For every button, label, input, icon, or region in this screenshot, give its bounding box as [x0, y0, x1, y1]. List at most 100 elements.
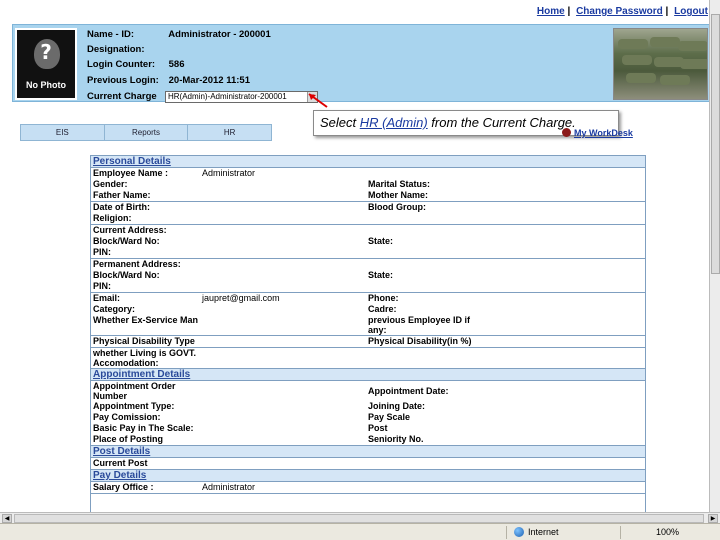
- current-charge-value: HR(Admin)-Administrator-200001: [168, 92, 287, 101]
- tab-hr[interactable]: HR: [188, 125, 271, 140]
- name-id-label: Name - ID:: [87, 29, 134, 40]
- logout-link[interactable]: Logout: [674, 6, 708, 17]
- current-charge-row: Current Charge: [87, 91, 166, 102]
- field-label: State:: [368, 236, 394, 246]
- field-value: jaupret@gmail.com: [202, 293, 280, 303]
- field-label: Current Address:: [93, 225, 167, 235]
- field-label: Category:: [93, 304, 136, 314]
- avatar: ? No Photo: [15, 28, 77, 100]
- name-id-row: Name - ID: Administrator - 200001: [87, 29, 271, 40]
- field-label: Employee Name :: [93, 168, 169, 178]
- designation-row: Designation:: [87, 44, 166, 55]
- tab-reports[interactable]: Reports: [105, 125, 189, 140]
- field-label: Joining Date:: [368, 401, 426, 411]
- scroll-left-icon[interactable]: ◀: [2, 514, 12, 523]
- field-label: Post: [368, 423, 388, 433]
- scroll-thumb[interactable]: [711, 14, 720, 274]
- home-link[interactable]: Home: [537, 6, 565, 17]
- field-label: Pay Scale: [368, 412, 411, 422]
- field-label: Basic Pay in The Scale:: [93, 423, 194, 433]
- current-charge-select[interactable]: HR(Admin)-Administrator-200001 ▼: [165, 91, 318, 103]
- vertical-scrollbar[interactable]: [709, 0, 720, 512]
- section-post-details: Post Details: [91, 446, 645, 458]
- field-label: Religion:: [93, 213, 132, 223]
- zoom-level[interactable]: 100%: [656, 527, 679, 537]
- field-label: Whether Ex-Service Man: [93, 315, 199, 325]
- previous-login-label: Previous Login:: [87, 75, 159, 86]
- my-workdesk-label: My WorkDesk: [574, 128, 633, 138]
- field-label: Physical Disability Type: [93, 336, 195, 346]
- field-label: Marital Status:: [368, 179, 431, 189]
- section-pay-details: Pay Details: [91, 470, 645, 482]
- field-value: Administrator: [202, 168, 256, 178]
- callout-suffix: from the Current Charge.: [427, 115, 576, 130]
- current-address-group: Current Address: Block/Ward No: State: PI…: [91, 225, 645, 259]
- name-id-value: Administrator - 200001: [168, 29, 271, 40]
- previous-login-row: Previous Login: 20-Mar-2012 11:51: [87, 75, 250, 86]
- disability-group: Physical Disability Type Physical Disabil…: [91, 336, 645, 348]
- field-label: Physical Disability(in %): [368, 336, 472, 346]
- zone-label: Internet: [528, 527, 559, 537]
- field-label: Mother Name:: [368, 190, 429, 200]
- module-tabs: EIS Reports HR: [20, 124, 272, 141]
- field-label: Salary Office :: [93, 482, 154, 492]
- field-label: whether Living is GOVT. Accomodation:: [93, 348, 197, 368]
- post-group: Current Post: [91, 458, 645, 470]
- field-label: Date of Birth:: [93, 202, 150, 212]
- field-label: PIN:: [93, 281, 111, 291]
- security-zone: Internet: [514, 527, 559, 537]
- employee-details-form: Personal Details Employee Name : Administ…: [90, 155, 646, 513]
- no-photo-label: No Photo: [26, 80, 66, 90]
- field-label: Appointment Date:: [368, 386, 449, 396]
- field-label: Appointment Type:: [93, 401, 175, 411]
- field-label: Blood Group:: [368, 202, 426, 212]
- field-label: Seniority No.: [368, 434, 424, 444]
- designation-label: Designation:: [87, 44, 145, 55]
- status-bar: Internet 100%: [0, 523, 720, 540]
- login-counter-label: Login Counter:: [87, 59, 156, 70]
- field-label: Email:: [93, 293, 121, 303]
- field-label: Gender:: [93, 179, 128, 189]
- workdesk-icon: [562, 128, 571, 137]
- scroll-thumb[interactable]: [14, 514, 704, 523]
- question-mark-icon: ?: [40, 40, 52, 64]
- previous-login-value: 20-Mar-2012 11:51: [168, 75, 250, 86]
- banner-image: [613, 28, 708, 100]
- change-password-link[interactable]: Change Password: [576, 6, 663, 17]
- field-value: Administrator: [202, 482, 256, 492]
- field-label: Current Post: [93, 458, 148, 468]
- appointment-group: Appointment Order Number Appointment Date…: [91, 381, 645, 446]
- current-charge-label: Current Charge: [87, 91, 157, 102]
- scroll-right-icon[interactable]: ▶: [708, 514, 718, 523]
- permanent-address-group: Permanent Address: Block/Ward No: State: …: [91, 259, 645, 293]
- contact-group: Email: jaupret@gmail.com Phone: Category: C…: [91, 293, 645, 336]
- personal-group: Employee Name : Administrator Gender: Mari…: [91, 168, 645, 202]
- field-label: PIN:: [93, 247, 111, 257]
- callout-prefix: Select: [320, 115, 360, 130]
- globe-icon: [514, 527, 524, 537]
- field-label: Place of Posting: [93, 434, 164, 444]
- tab-eis[interactable]: EIS: [21, 125, 105, 140]
- field-label: Block/Ward No:: [93, 270, 160, 280]
- field-label: Father Name:: [93, 190, 151, 200]
- callout-highlight: HR (Admin): [359, 115, 428, 130]
- section-personal-details: Personal Details: [91, 156, 645, 168]
- field-label: Pay Comission:: [93, 412, 161, 422]
- top-links: Home | Change Password | Logout: [536, 6, 708, 17]
- field-label: previous Employee ID if any:: [368, 315, 471, 335]
- field-label: Appointment Order Number: [93, 381, 176, 401]
- field-label: Permanent Address:: [93, 259, 181, 269]
- field-label: Phone:: [368, 293, 399, 303]
- callout-arrow-icon: [308, 93, 328, 108]
- section-appointment-details: Appointment Details: [91, 369, 645, 381]
- login-counter-value: 586: [168, 59, 185, 70]
- accommodation-group: whether Living is GOVT. Accomodation:: [91, 348, 645, 369]
- pay-group: Salary Office : Administrator: [91, 482, 645, 494]
- profile-header: ? No Photo Name - ID: Administrator - 20…: [12, 24, 712, 103]
- dob-group: Date of Birth: Blood Group: Religion:: [91, 202, 645, 225]
- field-label: State:: [368, 270, 394, 280]
- field-label: Block/Ward No:: [93, 236, 160, 246]
- login-counter-row: Login Counter: 586: [87, 59, 185, 70]
- my-workdesk-link[interactable]: My WorkDesk: [562, 128, 633, 138]
- horizontal-scrollbar[interactable]: ◀ ▶: [0, 512, 720, 523]
